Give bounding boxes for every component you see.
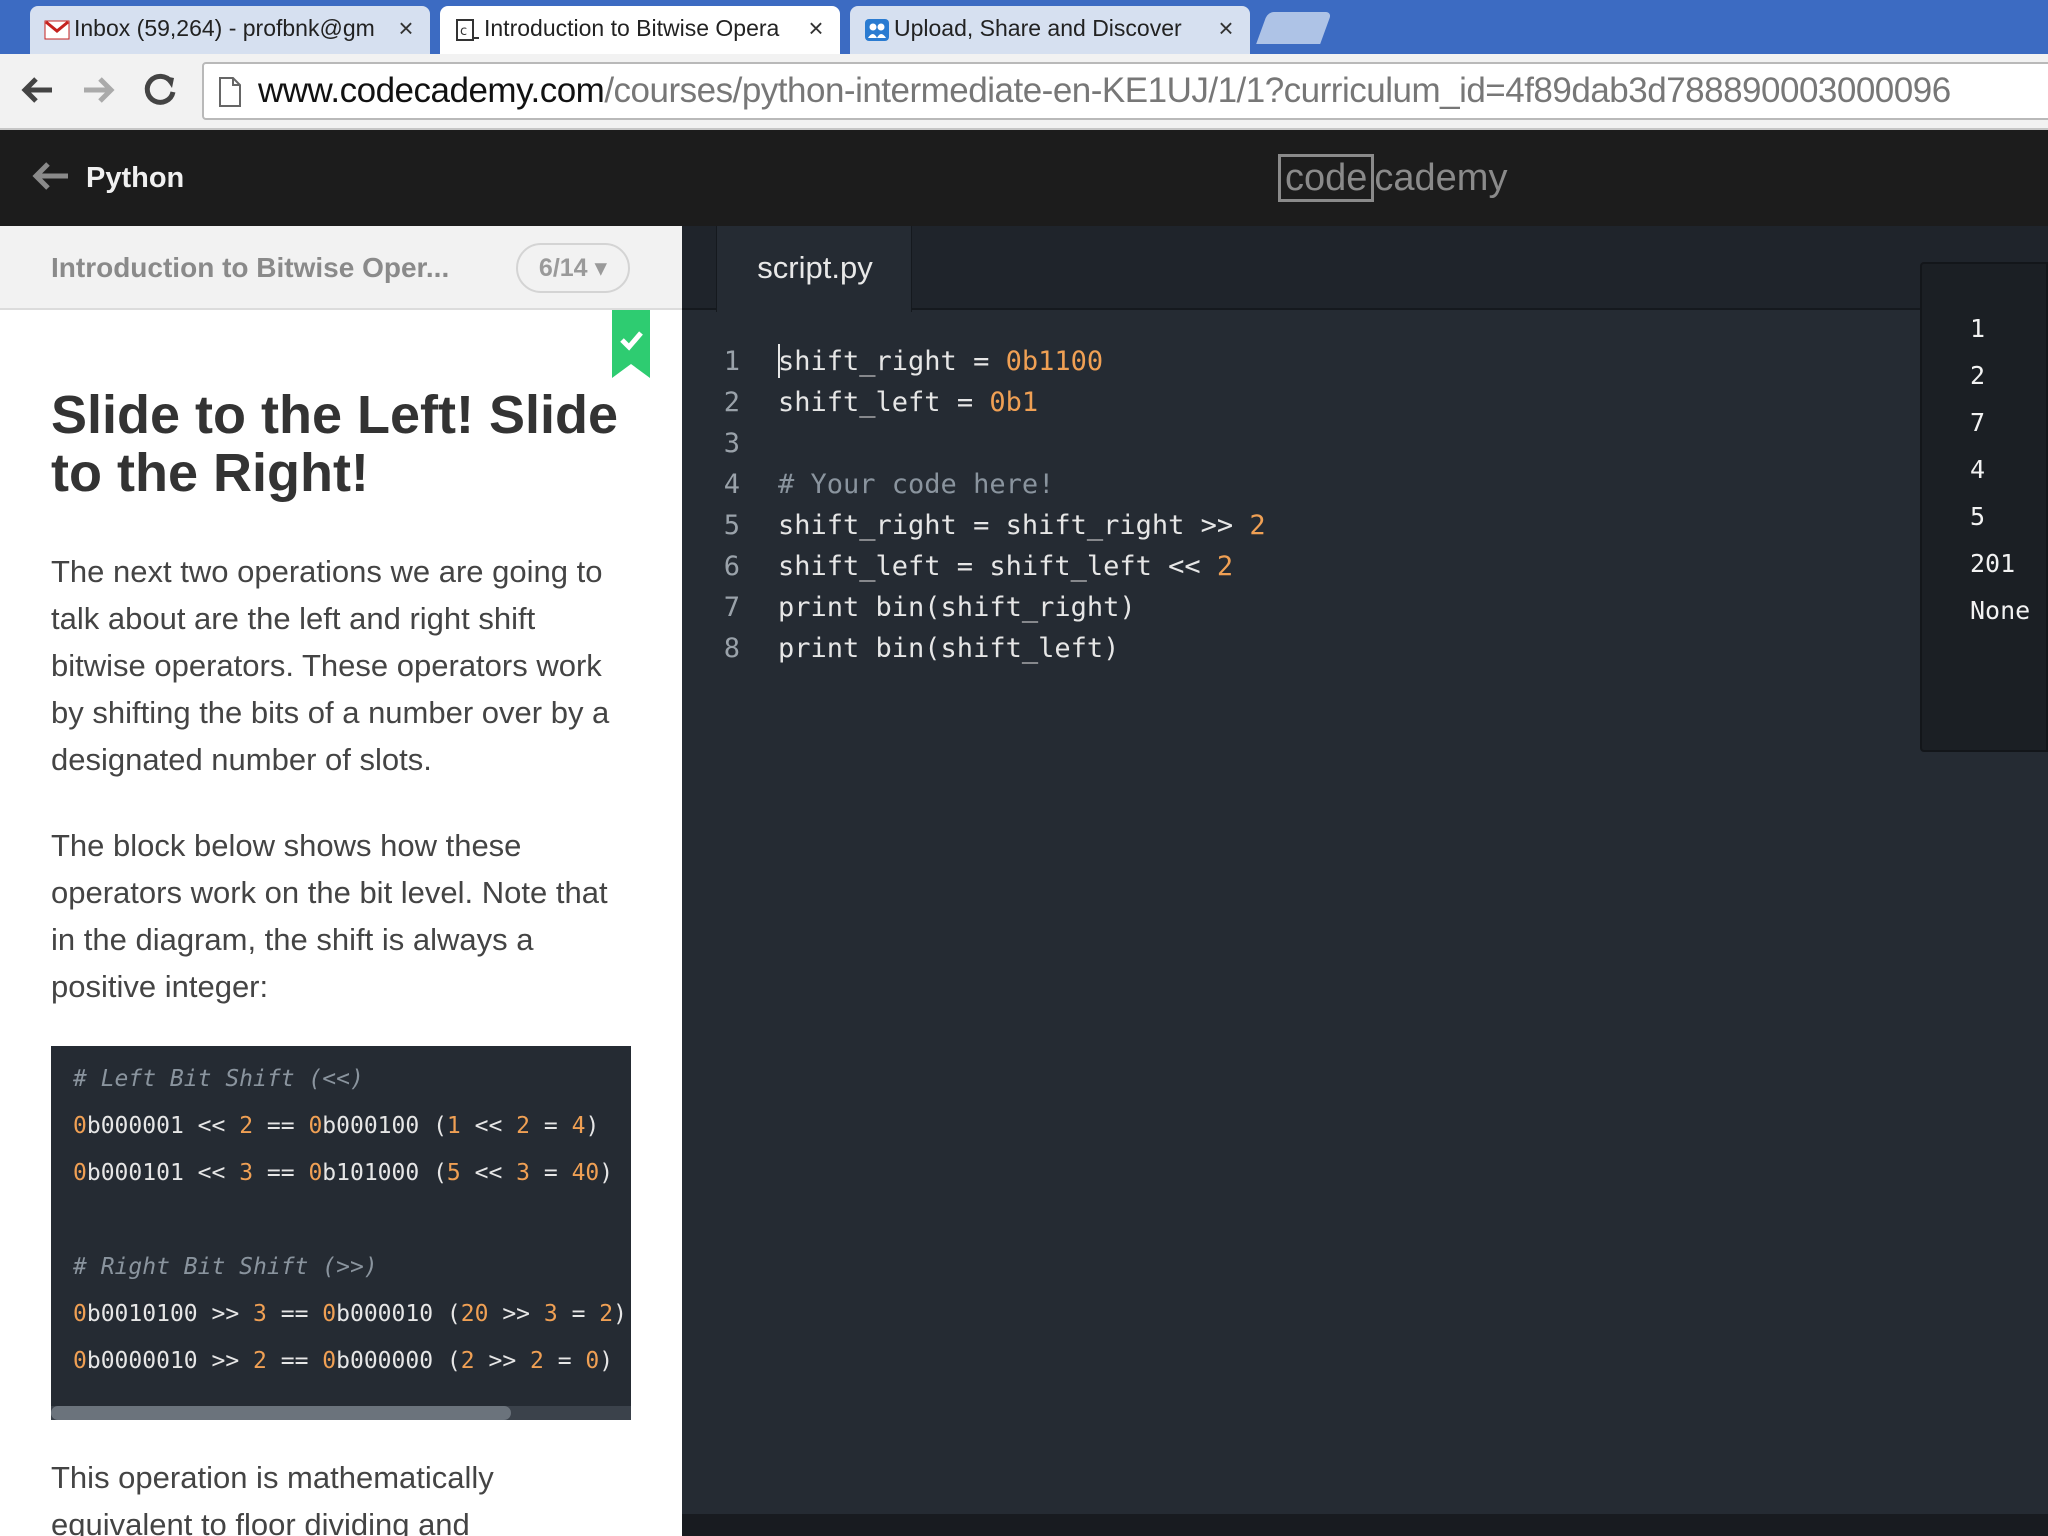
file-tab-label: script.py bbox=[757, 250, 873, 285]
line-number: 5 bbox=[723, 510, 740, 541]
output-line: 4 bbox=[1970, 455, 1986, 484]
line-number: 1 bbox=[723, 346, 740, 377]
address-bar[interactable]: www.codecademy.com/courses/python-interm… bbox=[202, 62, 2048, 120]
browser-tab-bar: Inbox (59,264) - profbnk@gm × c Introduc… bbox=[0, 0, 2048, 54]
url-host: www.codecademy.com bbox=[258, 71, 605, 110]
new-tab-button[interactable] bbox=[1256, 12, 1332, 44]
code-line[interactable]: shift_right = shift_right >> 2 bbox=[778, 510, 1266, 541]
lesson-paragraph: The next two operations we are going to … bbox=[51, 554, 610, 777]
lesson-panel: Introduction to Bitwise Oper... 6/14 ▾ S… bbox=[0, 226, 682, 1536]
code-line[interactable]: print bin(shift_right) bbox=[778, 592, 1136, 623]
lesson-short-title: Introduction to Bitwise Oper... bbox=[51, 252, 450, 283]
browser-toolbar: www.codecademy.com/courses/python-interm… bbox=[0, 54, 2048, 130]
close-icon[interactable]: × bbox=[804, 15, 828, 41]
scrollbar-thumb[interactable] bbox=[51, 1406, 511, 1420]
output-line: 5 bbox=[1970, 502, 1986, 531]
gmail-icon bbox=[44, 20, 70, 40]
line-number: 3 bbox=[723, 428, 740, 459]
tab-title: Introduction to Bitwise Opera bbox=[484, 15, 780, 41]
example-line: 0b0000010 >> 2 == 0b000000 (2 >> 2 = 0) bbox=[73, 1348, 614, 1374]
code-number: 0b1100 bbox=[1005, 346, 1104, 377]
file-tab-script[interactable]: script.py bbox=[716, 226, 912, 312]
code-token: = bbox=[940, 387, 990, 418]
logo-code: code bbox=[1278, 154, 1375, 202]
browser-tab-codecademy[interactable]: c Introduction to Bitwise Opera × bbox=[440, 6, 840, 54]
course-name[interactable]: Python bbox=[86, 130, 184, 226]
reload-button[interactable] bbox=[138, 68, 182, 112]
line-number: 2 bbox=[723, 387, 740, 418]
code-number: 0b1 bbox=[989, 387, 1039, 418]
output-console[interactable]: 1 2 7 4 5 201 None bbox=[1920, 262, 2048, 752]
output-line: 7 bbox=[1970, 408, 1986, 437]
browser-tab-upload[interactable]: Upload, Share and Discover × bbox=[850, 6, 1250, 54]
reload-icon bbox=[144, 73, 176, 105]
code-token: shift_left bbox=[778, 387, 941, 418]
output-line: 2 bbox=[1970, 361, 1986, 390]
lesson-paragraph: This operation is mathematically equival… bbox=[51, 1460, 494, 1536]
page-icon bbox=[219, 77, 241, 107]
line-number: 8 bbox=[723, 633, 740, 664]
code-example-block: # Left Bit Shift (<<) 0b000001 << 2 == 0… bbox=[51, 1046, 631, 1420]
code-token: shift_right = shift_right >> bbox=[778, 510, 1250, 541]
arrow-right-icon bbox=[84, 77, 115, 103]
output-line: 201 bbox=[1970, 549, 2016, 578]
svg-text:c: c bbox=[460, 24, 467, 39]
line-number: 7 bbox=[723, 592, 740, 623]
lesson-paragraph: The block below shows how these operator… bbox=[51, 828, 608, 1004]
code-line[interactable]: shift_right = 0b1100 bbox=[778, 346, 1103, 377]
code-token: = bbox=[956, 346, 1006, 377]
example-line: 0b000001 << 2 == 0b000100 (1 << 2 = 4) bbox=[73, 1113, 600, 1139]
line-number: 4 bbox=[723, 469, 740, 500]
back-button[interactable] bbox=[16, 68, 60, 112]
tab-title: Inbox (59,264) - profbnk@gm bbox=[74, 15, 375, 41]
code-editor: script.py 1 2 3 4 5 6 7 8 shift_right = … bbox=[682, 226, 2048, 1536]
example-line: 0b0010100 >> 3 == 0b000010 (20 >> 3 = 2) bbox=[73, 1301, 627, 1327]
code-comment[interactable]: # Your code here! bbox=[778, 469, 1054, 500]
code-number: 2 bbox=[1249, 510, 1266, 541]
close-icon[interactable]: × bbox=[394, 15, 418, 41]
editor-tab-bar: script.py bbox=[682, 226, 2048, 312]
code-number: 2 bbox=[1216, 551, 1234, 582]
output-line: 1 bbox=[1970, 314, 1986, 343]
example-line: 0b000101 << 3 == 0b101000 (5 << 3 = 40) bbox=[73, 1160, 614, 1186]
example-comment: # Left Bit Shift (<<) bbox=[73, 1066, 364, 1092]
editor-footer bbox=[682, 1514, 2048, 1536]
url-text: www.codecademy.com/courses/python-interm… bbox=[258, 64, 1951, 118]
arrow-left-icon bbox=[21, 77, 52, 103]
code-token: shift_right bbox=[778, 346, 957, 377]
output-line: None bbox=[1970, 596, 2031, 625]
back-arrow-icon[interactable] bbox=[28, 154, 72, 198]
completed-bookmark-icon bbox=[612, 310, 650, 378]
example-comment: # Right Bit Shift (>>) bbox=[73, 1254, 378, 1280]
horizontal-scrollbar[interactable] bbox=[51, 1406, 631, 1420]
close-icon[interactable]: × bbox=[1214, 15, 1238, 41]
code-line[interactable]: shift_left = 0b1 bbox=[778, 387, 1038, 418]
code-line[interactable]: shift_left = shift_left << 2 bbox=[778, 551, 1233, 582]
exercise-progress-dropdown[interactable]: 6/14 ▾ bbox=[516, 243, 630, 293]
code-token: shift_left = shift_left << bbox=[778, 551, 1217, 582]
lesson-title: Slide to the Left! Slide to the Right! bbox=[51, 385, 619, 503]
tab-title: Upload, Share and Discover bbox=[894, 15, 1182, 41]
url-path: /courses/python-intermediate-en-KE1UJ/1/… bbox=[604, 71, 1951, 110]
codecademy-logo[interactable]: code cademy bbox=[1278, 152, 1507, 204]
browser-tab-gmail[interactable]: Inbox (59,264) - profbnk@gm × bbox=[30, 6, 430, 54]
line-number: 6 bbox=[723, 551, 740, 582]
codecademy-icon: c bbox=[456, 19, 479, 41]
code-line[interactable]: print bin(shift_left) bbox=[778, 633, 1119, 664]
app-header: Python code cademy bbox=[0, 130, 2048, 226]
logo-rest: cademy bbox=[1374, 157, 1508, 199]
forward-button[interactable] bbox=[76, 68, 120, 112]
lesson-topbar: Introduction to Bitwise Oper... 6/14 ▾ bbox=[0, 226, 682, 310]
share-icon bbox=[865, 19, 889, 41]
